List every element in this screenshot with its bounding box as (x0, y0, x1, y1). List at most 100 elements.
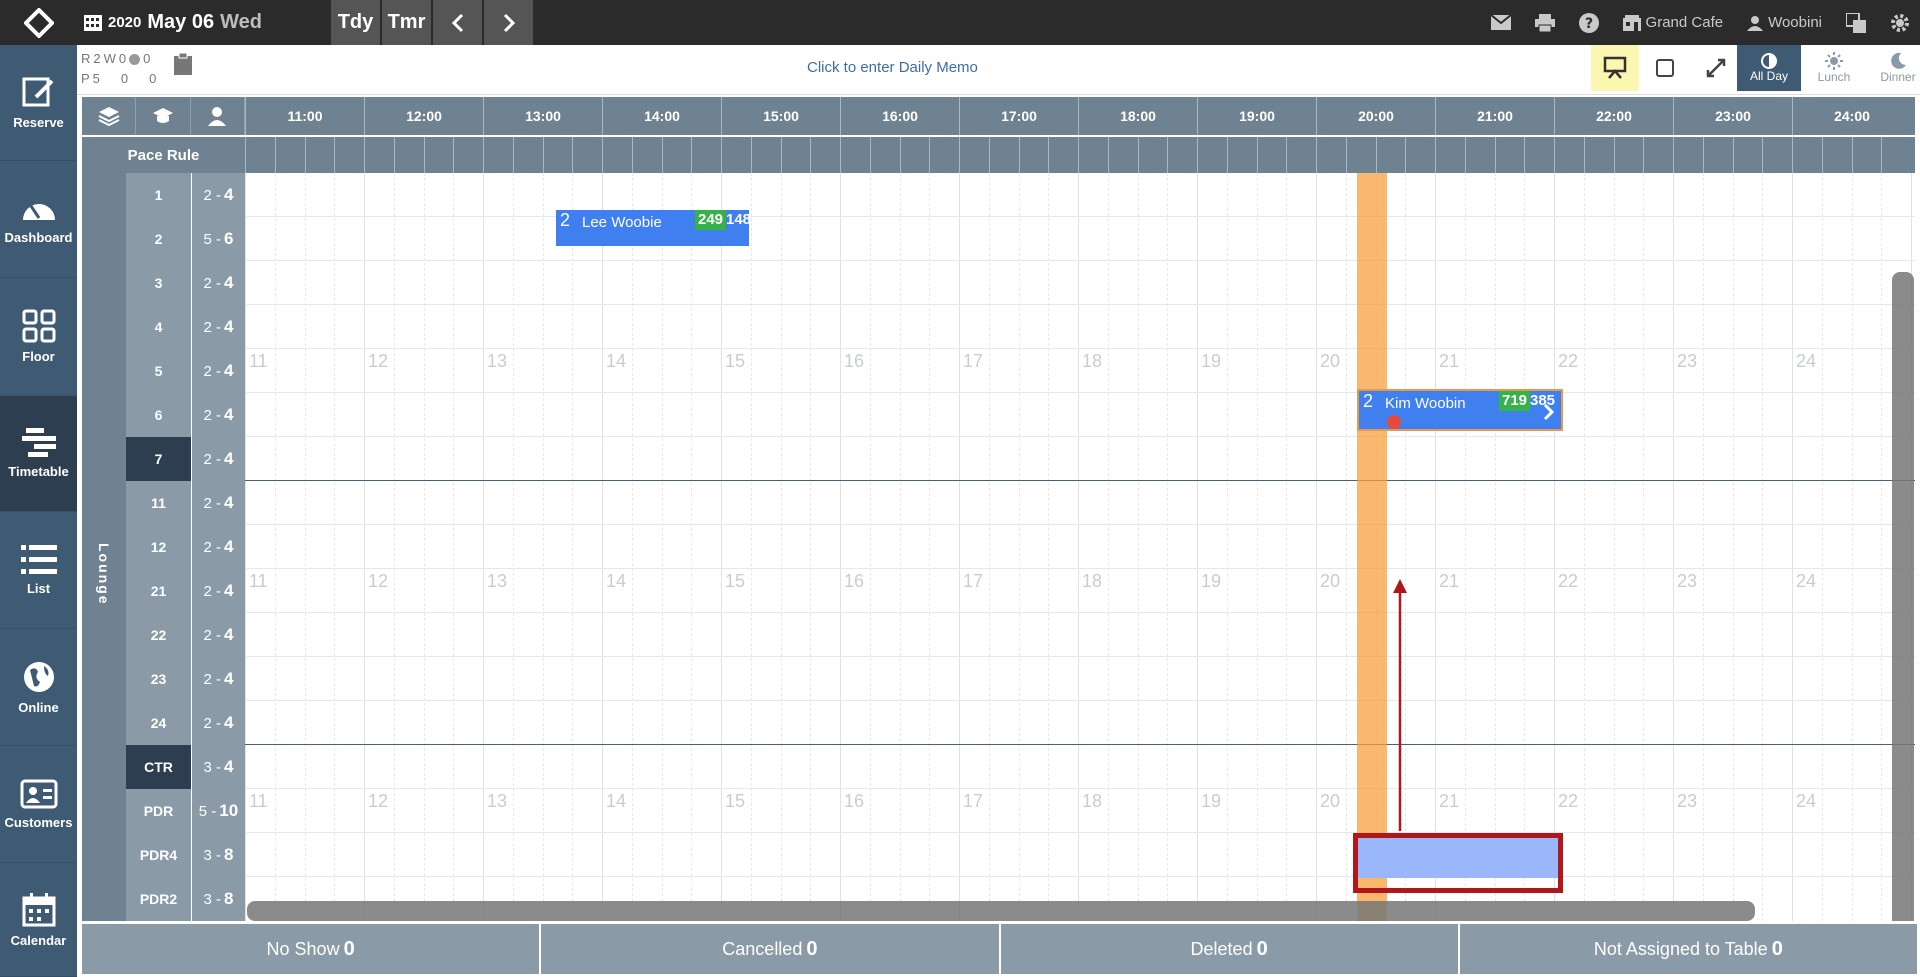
help-icon[interactable]: ? (1578, 12, 1599, 33)
print-icon[interactable] (1534, 13, 1555, 32)
table-row[interactable]: 25 -6 (126, 217, 245, 261)
horizontal-scrollbar[interactable] (247, 901, 1755, 921)
pace-cell[interactable] (1226, 137, 1257, 173)
all-day-mode-button[interactable]: All Day (1737, 45, 1801, 91)
pace-cell[interactable] (274, 137, 305, 173)
sidebar-item-reserve[interactable]: Reserve (0, 45, 77, 161)
date-picker[interactable]: 2020 May 06 Wed (78, 0, 328, 45)
pace-cell[interactable] (899, 137, 930, 173)
table-row[interactable]: 72 -4 (126, 437, 245, 481)
today-button[interactable]: Tdy (330, 0, 380, 45)
pace-cell[interactable] (1197, 137, 1227, 173)
table-row[interactable]: PDR4 3 -8 (126, 833, 245, 877)
pace-cell[interactable] (1018, 137, 1049, 173)
pace-cell[interactable] (304, 137, 335, 173)
dinner-mode-button[interactable]: Dinner (1867, 45, 1920, 91)
pace-cell[interactable] (1821, 137, 1852, 173)
pace-cell[interactable] (661, 137, 692, 173)
pace-cell[interactable] (750, 137, 781, 173)
pace-rule-row[interactable] (245, 137, 1915, 173)
sidebar-item-floor[interactable]: Floor (0, 279, 77, 395)
table-row[interactable]: 52 -4 (126, 349, 245, 393)
deleted-counter[interactable]: Deleted 0 (1000, 924, 1458, 974)
table-row[interactable]: 23 2 -4 (126, 657, 245, 701)
pace-cell[interactable] (423, 137, 454, 173)
timeline-canvas[interactable]: 11 12 13 14 15 16 17 18 19 20 21 22 23 24 11 12 13 14 15 16… (245, 173, 1915, 921)
pace-cell[interactable] (1345, 137, 1376, 173)
table-row[interactable]: 21 2 -4 (126, 569, 245, 613)
pace-cell[interactable] (1137, 137, 1168, 173)
reservation-block-selected[interactable]: 2 Kim Woobin 719 385 (1357, 389, 1563, 431)
pace-cell[interactable] (1048, 137, 1078, 173)
pace-cell[interactable] (1107, 137, 1138, 173)
pace-cell[interactable] (1524, 137, 1554, 173)
pace-cell[interactable] (810, 137, 840, 173)
pace-cell[interactable] (572, 137, 602, 173)
fullscreen-button[interactable] (1692, 45, 1740, 91)
prev-day-button[interactable] (432, 0, 482, 45)
table-row[interactable]: 62 -4 (126, 393, 245, 437)
table-row[interactable]: PDR2 3 -8 (126, 877, 245, 921)
pace-cell[interactable] (334, 137, 364, 173)
translate-icon[interactable] (1846, 12, 1866, 33)
pace-cell[interactable] (1464, 137, 1495, 173)
table-row[interactable]: 12 2 -4 (126, 525, 245, 569)
pace-cell[interactable] (1613, 137, 1644, 173)
clipboard-icon[interactable] (174, 52, 192, 80)
not-assigned-counter[interactable]: Not Assigned to Table 0 (1459, 924, 1917, 974)
pace-cell[interactable] (1643, 137, 1673, 173)
pace-cell[interactable] (1405, 137, 1435, 173)
table-row[interactable]: 32 -4 (126, 261, 245, 305)
pace-cell[interactable] (602, 137, 632, 173)
no-show-counter[interactable]: No Show 0 (82, 924, 540, 974)
pace-cell[interactable] (512, 137, 543, 173)
pace-cell[interactable] (1256, 137, 1287, 173)
vertical-scrollbar[interactable] (1892, 272, 1914, 921)
table-row[interactable]: 42 -4 (126, 305, 245, 349)
table-row[interactable]: 11 2 -4 (126, 481, 245, 525)
person-icon[interactable] (191, 97, 245, 135)
pace-cell[interactable] (1286, 137, 1316, 173)
sidebar-item-dashboard[interactable]: Dashboard (0, 162, 77, 278)
table-row[interactable]: 24 2 -4 (126, 701, 245, 745)
pace-cell[interactable] (1078, 137, 1108, 173)
pace-cell[interactable] (1375, 137, 1406, 173)
pace-cell[interactable] (959, 137, 989, 173)
lunch-mode-button[interactable]: Lunch (1803, 45, 1865, 91)
pace-cell[interactable] (929, 137, 959, 173)
pace-cell[interactable] (245, 137, 275, 173)
table-row[interactable]: CTR 3 -4 (126, 745, 245, 789)
pace-cell[interactable] (1494, 137, 1525, 173)
table-row[interactable]: PDR 5 -10 (126, 789, 245, 833)
next-day-button[interactable] (483, 0, 533, 45)
pace-cell[interactable] (364, 137, 394, 173)
select-mode-button[interactable] (1641, 45, 1689, 91)
pace-cell[interactable] (1792, 137, 1822, 173)
pace-cell[interactable] (1851, 137, 1882, 173)
mail-icon[interactable] (1490, 15, 1511, 30)
pace-cell[interactable] (631, 137, 662, 173)
pace-cell[interactable] (393, 137, 424, 173)
graduation-cap-icon[interactable] (136, 97, 191, 135)
pace-cell[interactable] (453, 137, 483, 173)
settings-gear-icon[interactable] (1890, 13, 1910, 33)
pace-cell[interactable] (1762, 137, 1792, 173)
daily-memo-link[interactable]: Click to enter Daily Memo (807, 59, 978, 76)
sidebar-item-customers[interactable]: Customers (0, 747, 77, 863)
pace-cell[interactable] (542, 137, 573, 173)
pace-cell[interactable] (988, 137, 1019, 173)
pace-cell[interactable] (721, 137, 751, 173)
pace-cell[interactable] (483, 137, 513, 173)
pace-cell[interactable] (1316, 137, 1346, 173)
table-row[interactable]: 22 2 -4 (126, 613, 245, 657)
sidebar-item-online[interactable]: Online (0, 630, 77, 746)
pace-cell[interactable] (780, 137, 811, 173)
cancelled-counter[interactable]: Cancelled 0 (541, 924, 999, 974)
sidebar-item-list[interactable]: List (0, 513, 77, 629)
tomorrow-button[interactable]: Tmr (381, 0, 431, 45)
sidebar-item-calendar[interactable]: Calendar (0, 864, 77, 977)
reservation-block[interactable]: 2 Lee Woobie 249 148 (556, 210, 751, 246)
pace-cell[interactable] (1673, 137, 1703, 173)
pace-cell[interactable] (1554, 137, 1584, 173)
pace-cell[interactable] (869, 137, 900, 173)
